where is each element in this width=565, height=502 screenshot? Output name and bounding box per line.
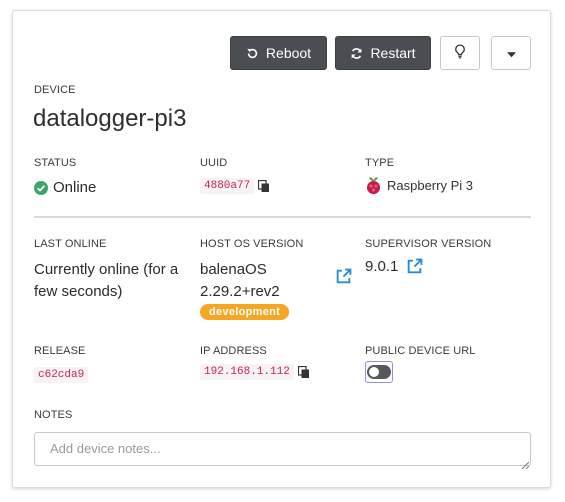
external-link-icon[interactable] bbox=[406, 258, 423, 275]
host-os-value: balenaOS 2.29.2+rev2 bbox=[200, 259, 280, 303]
reboot-icon bbox=[246, 47, 259, 60]
raspberry-pi-icon bbox=[365, 176, 382, 195]
caret-down-icon bbox=[506, 45, 516, 61]
status-label: STATUS bbox=[34, 157, 77, 169]
uuid-value: 4880a77 bbox=[200, 178, 255, 194]
public-url-toggle[interactable] bbox=[365, 361, 393, 383]
reboot-button[interactable]: Reboot bbox=[230, 36, 327, 70]
last-online-value: Currently online (for a few seconds) bbox=[34, 259, 178, 303]
supervisor-label: SUPERVISOR VERSION bbox=[365, 238, 492, 250]
last-online-label: LAST ONLINE bbox=[34, 238, 107, 250]
check-circle-icon bbox=[34, 180, 48, 195]
ip-address-value: 192.168.1.112 bbox=[200, 364, 294, 380]
lightbulb-icon bbox=[454, 44, 466, 62]
restart-icon bbox=[350, 47, 363, 60]
status-value: Online bbox=[53, 179, 97, 196]
type-label: TYPE bbox=[365, 157, 395, 169]
restart-button[interactable]: Restart bbox=[335, 36, 431, 70]
ip-address-row: 192.168.1.112 bbox=[200, 364, 310, 380]
device-name: datalogger-pi3 bbox=[33, 105, 187, 132]
identify-light-button[interactable] bbox=[440, 36, 480, 70]
more-actions-dropdown[interactable] bbox=[491, 36, 531, 70]
os-variant-badge: development bbox=[200, 304, 290, 320]
host-os-line1: balenaOS bbox=[200, 261, 267, 278]
copy-icon[interactable] bbox=[258, 179, 270, 193]
type-value: Raspberry Pi 3 bbox=[387, 178, 473, 193]
release-label: RELEASE bbox=[34, 345, 86, 357]
type-row: Raspberry Pi 3 bbox=[365, 176, 473, 195]
copy-icon[interactable] bbox=[297, 365, 310, 379]
host-os-label: HOST OS VERSION bbox=[200, 238, 304, 250]
ip-address-label: IP ADDRESS bbox=[200, 345, 267, 357]
release-row: c62cda9 bbox=[34, 364, 89, 383]
restart-label: Restart bbox=[370, 45, 416, 61]
device-section-label: DEVICE bbox=[34, 84, 76, 96]
uuid-row: 4880a77 bbox=[200, 178, 270, 194]
public-url-label: PUBLIC DEVICE URL bbox=[365, 345, 476, 357]
supervisor-row: 9.0.1 bbox=[365, 258, 423, 275]
device-summary-card: Reboot Restart DEVICE datalogger-pi3 STA… bbox=[12, 10, 551, 488]
host-os-line2: 2.29.2+rev2 bbox=[200, 283, 280, 300]
resize-grip-icon[interactable] bbox=[521, 456, 530, 474]
release-value[interactable]: c62cda9 bbox=[34, 367, 89, 383]
supervisor-value: 9.0.1 bbox=[365, 258, 399, 275]
last-online-line2: few seconds) bbox=[34, 283, 123, 300]
last-online-line1: Currently online (for a bbox=[34, 261, 179, 278]
external-link-icon[interactable] bbox=[335, 268, 352, 290]
notes-label: NOTES bbox=[34, 409, 73, 421]
toggle-track bbox=[367, 365, 391, 379]
toggle-knob bbox=[369, 367, 379, 377]
section-divider bbox=[34, 216, 531, 218]
reboot-label: Reboot bbox=[265, 45, 312, 61]
notes-textarea[interactable] bbox=[34, 432, 531, 466]
uuid-label: UUID bbox=[200, 157, 228, 169]
status-value-row: Online bbox=[34, 179, 96, 196]
